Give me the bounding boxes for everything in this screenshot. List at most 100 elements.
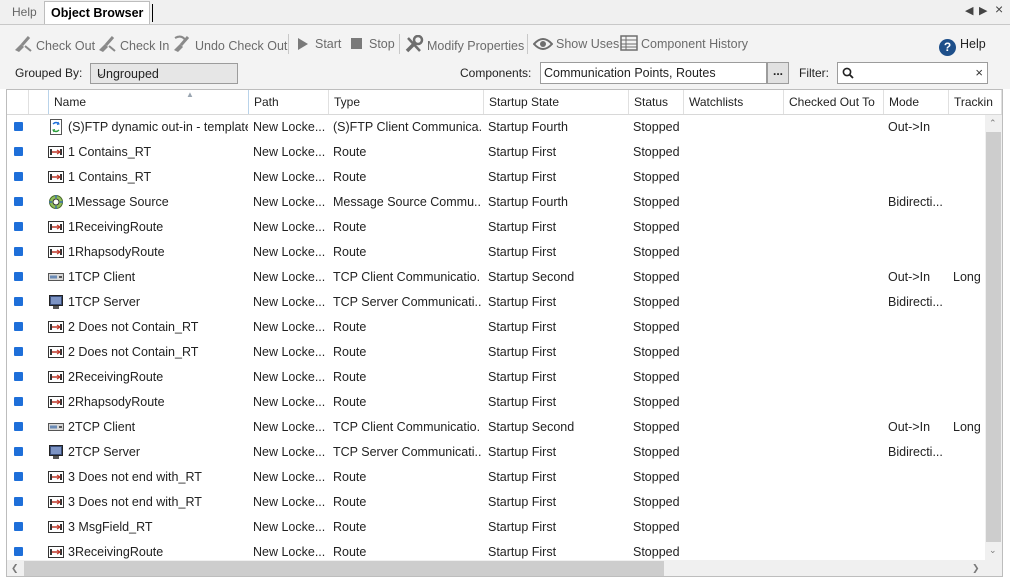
row-selector-marker[interactable] [14, 472, 23, 481]
grouped-by-select[interactable]: Ungrouped ⌄ [90, 63, 238, 84]
cell-name: 3 MsgField_RT [68, 520, 153, 534]
cell-watchlists [688, 540, 784, 560]
row-selector-marker[interactable] [14, 547, 23, 556]
table-row[interactable]: 1 Contains_RT New Locke... Route Startup Fi… [7, 140, 985, 165]
column-header-path[interactable]: Path [249, 90, 329, 114]
table-row[interactable]: 1 Contains_RT New Locke... Route Startup Fi… [7, 165, 985, 190]
row-selector-marker[interactable] [14, 397, 23, 406]
table-row[interactable]: 2TCP Server New Locke... TCP Server Commun… [7, 440, 985, 465]
table-row[interactable]: 3 MsgField_RT New Locke... Route Startup Fi… [7, 515, 985, 540]
help-label: Help [960, 37, 986, 51]
cell-mode [888, 515, 948, 540]
cell-mode [888, 490, 948, 515]
horizontal-scroll-thumb[interactable] [24, 561, 664, 576]
horizontal-scrollbar[interactable]: ❮ ❯ [7, 560, 985, 576]
column-header-checked-out-to[interactable]: Checked Out To [784, 90, 884, 114]
cell-type: Route [333, 245, 367, 259]
column-header-name[interactable]: ▲ Name [48, 90, 249, 114]
tab-help[interactable]: Help [12, 5, 37, 19]
start-button[interactable]: Start [296, 35, 341, 53]
row-selector-marker[interactable] [14, 222, 23, 231]
tab-scroll-right-icon[interactable]: ▶ [979, 4, 987, 17]
column-header-watchlists[interactable]: Watchlists [684, 90, 784, 114]
route-icon [48, 144, 64, 160]
table-row[interactable]: 3 Does not end with_RT New Locke... Route S… [7, 465, 985, 490]
modify-properties-button[interactable]: Modify Properties [404, 35, 524, 53]
column-header-type[interactable]: Type [329, 90, 484, 114]
table-row[interactable]: 3 Does not end with_RT New Locke... Route S… [7, 490, 985, 515]
table-row[interactable]: 2 Does not Contain_RT New Locke... Route St… [7, 315, 985, 340]
stop-button[interactable]: Stop [350, 35, 395, 53]
row-selector-marker[interactable] [14, 447, 23, 456]
row-selector-marker[interactable] [14, 147, 23, 156]
table-row[interactable]: 1TCP Server New Locke... TCP Server Commun… [7, 290, 985, 315]
table-row[interactable]: 1TCP Client New Locke... TCP Client Commun… [7, 265, 985, 290]
scroll-right-icon[interactable]: ❯ [972, 563, 980, 574]
cell-checked-out [788, 390, 884, 415]
column-header-tracking[interactable]: Trackin [949, 90, 1002, 114]
undo-check-out-button[interactable]: Undo Check Out [172, 35, 287, 53]
row-selector-marker[interactable] [14, 422, 23, 431]
cell-tracking: Long r [953, 420, 985, 434]
table-row[interactable]: 2ReceivingRoute New Locke... Route Startup … [7, 365, 985, 390]
cell-watchlists [688, 365, 784, 390]
toolbar-divider [288, 34, 289, 54]
help-button[interactable]: ? Help [939, 35, 986, 56]
table-row[interactable]: (S)FTP dynamic out-in - template New Lock… [7, 115, 985, 140]
cell-mode: Bidirecti... [888, 195, 943, 209]
row-selector-marker[interactable] [14, 122, 23, 131]
check-out-button[interactable]: Check Out [13, 35, 95, 53]
clear-filter-icon[interactable]: × [975, 65, 983, 80]
row-selector-marker[interactable] [14, 522, 23, 531]
row-selector-marker[interactable] [14, 272, 23, 281]
cell-startup: Startup First [488, 220, 557, 234]
cell-checked-out [788, 115, 884, 140]
browse-components-button[interactable]: ... [767, 62, 789, 84]
row-selector-marker[interactable] [14, 347, 23, 356]
search-icon [842, 67, 854, 79]
cell-type: (S)FTP Client Communica... [333, 120, 481, 134]
table-row[interactable]: 1Message Source New Locke... Message Sourc… [7, 190, 985, 215]
route-icon [48, 469, 64, 485]
component-history-button[interactable]: Component History [620, 35, 748, 53]
table-row[interactable]: 1ReceivingRoute New Locke... Route Startup … [7, 215, 985, 240]
vertical-scrollbar[interactable]: ⌃ ⌄ [985, 115, 1002, 560]
cell-mode: Out->In [888, 120, 931, 134]
scroll-down-icon[interactable]: ⌄ [989, 545, 997, 556]
row-selector-marker[interactable] [14, 497, 23, 506]
column-header-icon[interactable] [29, 90, 49, 114]
scroll-up-icon[interactable]: ⌃ [989, 118, 997, 129]
vertical-scroll-thumb[interactable] [986, 132, 1001, 542]
tab-object-browser[interactable]: Object Browser [44, 1, 154, 24]
row-selector-marker[interactable] [14, 322, 23, 331]
row-selector-marker[interactable] [14, 247, 23, 256]
tab-scroll-left-icon[interactable]: ◀ [965, 4, 973, 17]
row-selector-marker[interactable] [14, 172, 23, 181]
column-header-startup-state[interactable]: Startup State [484, 90, 629, 114]
row-selector-marker[interactable] [14, 297, 23, 306]
show-uses-button[interactable]: Show Uses [533, 35, 619, 53]
column-header-status[interactable]: Status [629, 90, 684, 114]
cell-type: Route [333, 395, 367, 409]
cell-name: 3ReceivingRoute [68, 545, 164, 559]
stop-icon [351, 38, 362, 49]
components-field[interactable]: Communication Points, Routes [540, 62, 767, 84]
row-selector-marker[interactable] [14, 197, 23, 206]
scroll-left-icon[interactable]: ❮ [11, 563, 19, 574]
table-row[interactable]: 2TCP Client New Locke... TCP Client Commun… [7, 415, 985, 440]
cell-checked-out [788, 515, 884, 540]
close-tab-icon[interactable]: × [995, 1, 1003, 17]
column-header-mode[interactable]: Mode [884, 90, 949, 114]
row-selector-marker[interactable] [14, 372, 23, 381]
table-row[interactable]: 2 Does not Contain_RT New Locke... Route St… [7, 340, 985, 365]
table-row[interactable]: 3ReceivingRoute New Locke... Route Startup … [7, 540, 985, 560]
check-in-button[interactable]: Check In [97, 35, 169, 53]
cell-watchlists [688, 440, 784, 465]
cell-type: TCP Server Communicati... [333, 445, 481, 459]
filter-input[interactable] [858, 65, 972, 83]
table-row[interactable]: 2RhapsodyRoute New Locke... Route Startup F… [7, 390, 985, 415]
table-row[interactable]: 1RhapsodyRoute New Locke... Route Startup F… [7, 240, 985, 265]
tcp-client-icon [48, 419, 64, 435]
grouped-by-label: Grouped By: [15, 66, 83, 80]
column-header-select[interactable] [7, 90, 29, 114]
